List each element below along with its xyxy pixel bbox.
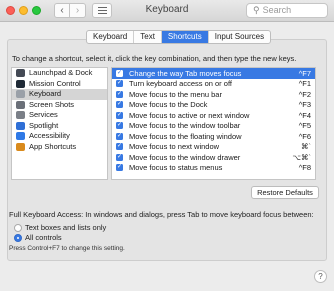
shortcut-key[interactable]: ^F5 bbox=[285, 121, 315, 130]
shortcut-label: Move focus to the window toolbar bbox=[129, 121, 241, 131]
shortcut-label: Turn keyboard access on or off bbox=[129, 79, 232, 89]
shortcut-row[interactable]: ✓ Move focus to status menus ^F8 bbox=[112, 163, 315, 174]
screenshot-icon bbox=[16, 100, 25, 109]
title-bar: ‹ › Keyboard ⚲ Search bbox=[0, 0, 334, 22]
radio-button[interactable] bbox=[14, 223, 22, 232]
shortcut-row[interactable]: ✓ Move focus to next window ⌘` bbox=[112, 142, 315, 153]
category-label: Launchpad & Dock bbox=[29, 68, 93, 77]
category-label: Keyboard bbox=[29, 89, 62, 98]
instructions-text: To change a shortcut, select it, click t… bbox=[12, 54, 297, 63]
tab-bar: Keyboard Text Shortcuts Input Sources bbox=[86, 30, 272, 44]
shortcut-key[interactable]: ^F4 bbox=[285, 111, 315, 120]
category-label: Spotlight bbox=[29, 120, 59, 130]
shortcut-row[interactable]: ✓ Move focus to the window toolbar ^F5 bbox=[112, 121, 315, 132]
shortcut-key[interactable]: ^F6 bbox=[285, 132, 315, 141]
tab-shortcuts[interactable]: Shortcuts bbox=[161, 31, 209, 43]
shortcut-label: Move focus to status menus bbox=[129, 163, 223, 173]
shortcut-key[interactable]: ^F7 bbox=[285, 69, 315, 78]
search-placeholder: Search bbox=[262, 5, 292, 15]
shortcut-label: Move focus to the menu bar bbox=[129, 89, 222, 99]
shortcut-checkbox[interactable]: ✓ bbox=[116, 101, 123, 109]
shortcut-checkbox[interactable]: ✓ bbox=[116, 69, 123, 77]
shortcut-label: Move focus to next window bbox=[129, 142, 220, 152]
shortcut-row[interactable]: ✓ Move focus to the window drawer ⌥⌘` bbox=[112, 152, 315, 163]
radio-button-selected[interactable] bbox=[14, 233, 22, 242]
shortcut-row[interactable]: ✓ Change the way Tab moves focus ^F7 bbox=[112, 68, 315, 79]
restore-defaults-button[interactable]: Restore Defaults bbox=[251, 186, 319, 199]
full-keyboard-access-label: Full Keyboard Access: In windows and dia… bbox=[9, 210, 314, 219]
radio-label: Text boxes and lists only bbox=[25, 223, 107, 232]
launchpad-icon bbox=[16, 69, 25, 78]
search-icon: ⚲ bbox=[253, 5, 260, 15]
shortcut-checkbox[interactable]: ✓ bbox=[116, 153, 123, 161]
shortcut-row[interactable]: ✓ Turn keyboard access on or off ^F1 bbox=[112, 79, 315, 90]
shortcut-checkbox[interactable]: ✓ bbox=[116, 143, 123, 151]
category-item[interactable]: Accessibility bbox=[12, 131, 107, 142]
category-item[interactable]: Screen Shots bbox=[12, 100, 107, 111]
shortcut-checkbox[interactable]: ✓ bbox=[116, 80, 123, 88]
shortcut-key[interactable]: ^F8 bbox=[285, 163, 315, 172]
help-button[interactable]: ? bbox=[314, 270, 327, 283]
shortcut-checkbox[interactable]: ✓ bbox=[116, 122, 123, 130]
category-label: Accessibility bbox=[29, 131, 70, 140]
category-item[interactable]: Spotlight bbox=[12, 121, 107, 132]
category-item[interactable]: App Shortcuts bbox=[12, 142, 107, 153]
accessibility-icon bbox=[16, 132, 25, 141]
shortcut-row[interactable]: ✓ Move focus to the Dock ^F3 bbox=[112, 100, 315, 111]
category-label: Screen Shots bbox=[29, 99, 75, 109]
shortcut-label: Move focus to active or next window bbox=[129, 110, 250, 120]
spotlight-icon bbox=[16, 121, 25, 130]
shortcut-label: Move focus to the Dock bbox=[129, 100, 208, 110]
shortcut-key[interactable]: ^F2 bbox=[285, 90, 315, 99]
shortcut-label: Move focus to the floating window bbox=[129, 131, 242, 141]
keyboard-icon bbox=[16, 90, 25, 99]
shortcut-checkbox[interactable]: ✓ bbox=[116, 90, 123, 98]
shortcut-checkbox[interactable]: ✓ bbox=[116, 132, 123, 140]
radio-all-controls[interactable]: All controls bbox=[14, 233, 62, 242]
radio-text-boxes[interactable]: Text boxes and lists only bbox=[14, 223, 106, 232]
shortcut-checkbox[interactable]: ✓ bbox=[116, 111, 123, 119]
app-shortcuts-icon bbox=[16, 142, 25, 151]
shortcut-row[interactable]: ✓ Move focus to active or next window ^F4 bbox=[112, 110, 315, 121]
shortcut-list: ✓ Change the way Tab moves focus ^F7 ✓ Turn … bbox=[111, 67, 316, 180]
category-label: App Shortcuts bbox=[29, 141, 77, 151]
tab-text[interactable]: Text bbox=[134, 31, 162, 43]
category-label: Services bbox=[29, 110, 58, 119]
shortcut-key[interactable]: ^F3 bbox=[285, 100, 315, 109]
category-list: Launchpad & Dock Mission Control Keyboard S… bbox=[11, 67, 108, 180]
shortcut-key[interactable]: ⌥⌘` bbox=[285, 153, 315, 162]
category-item[interactable]: Launchpad & Dock bbox=[12, 68, 107, 79]
gear-icon bbox=[16, 111, 25, 120]
tab-input-sources[interactable]: Input Sources bbox=[209, 31, 270, 43]
shortcut-checkbox[interactable]: ✓ bbox=[116, 164, 123, 172]
hint-text: Press Control+F7 to change this setting. bbox=[9, 245, 125, 252]
radio-label: All controls bbox=[25, 233, 62, 242]
shortcut-label: Change the way Tab moves focus bbox=[129, 68, 242, 78]
search-field[interactable]: ⚲ Search bbox=[246, 3, 328, 18]
category-item[interactable]: Services bbox=[12, 110, 107, 121]
shortcut-key[interactable]: ^F1 bbox=[285, 79, 315, 88]
category-item[interactable]: Keyboard bbox=[12, 89, 107, 100]
shortcut-label: Move focus to the window drawer bbox=[129, 152, 241, 162]
shortcut-row[interactable]: ✓ Move focus to the menu bar ^F2 bbox=[112, 89, 315, 100]
shortcut-key[interactable]: ⌘` bbox=[285, 142, 315, 151]
shortcut-row[interactable]: ✓ Move focus to the floating window ^F6 bbox=[112, 131, 315, 142]
category-label: Mission Control bbox=[29, 78, 81, 88]
mission-control-icon bbox=[16, 79, 25, 88]
tab-keyboard[interactable]: Keyboard bbox=[87, 31, 135, 43]
category-item[interactable]: Mission Control bbox=[12, 79, 107, 90]
